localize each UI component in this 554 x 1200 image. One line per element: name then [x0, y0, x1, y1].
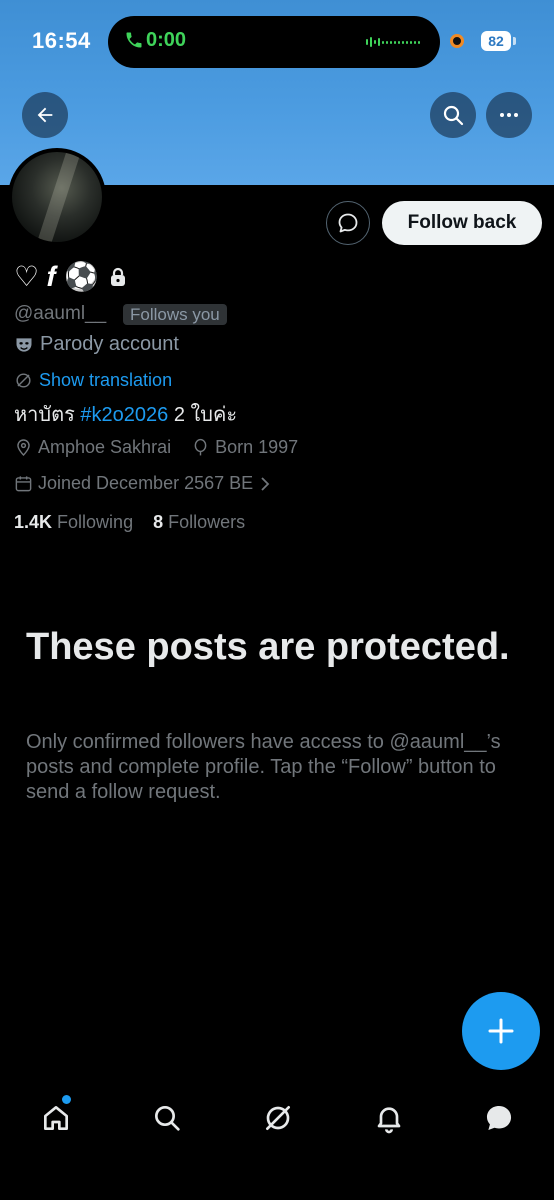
- balloon-icon: [194, 438, 207, 456]
- following-link[interactable]: 1.4K Following: [14, 512, 133, 532]
- joined-text: Joined December 2567 BE: [38, 473, 254, 493]
- compose-button[interactable]: [462, 992, 540, 1070]
- protected-title: These posts are protected.: [26, 626, 510, 668]
- grok-icon: [266, 1106, 290, 1130]
- user-handle: @aauml__: [14, 303, 107, 324]
- location-pin-icon: [17, 439, 30, 457]
- bio-hashtag[interactable]: #k2o2026: [80, 404, 168, 426]
- show-translation-text[interactable]: Show translation: [39, 370, 172, 391]
- profile-meta-row: Amphoe Sakhrai Born 1997: [14, 437, 298, 458]
- call-timer: 0:00: [146, 29, 187, 51]
- audio-wave-icon: [366, 35, 422, 49]
- mask-icon: [16, 337, 32, 352]
- message-button[interactable]: [326, 201, 370, 245]
- search-icon: [443, 105, 464, 126]
- more-icon: [500, 113, 518, 117]
- protected-description: Only confirmed followers have access to …: [26, 731, 501, 803]
- display-name-text: ♡ 𝒇 ⚽: [14, 261, 100, 292]
- lock-icon: [111, 267, 126, 286]
- status-time: 16:54: [32, 28, 91, 53]
- tab-messages[interactable]: [477, 1090, 521, 1146]
- message-icon: [338, 213, 358, 233]
- battery-tip: [513, 37, 516, 45]
- tab-grok[interactable]: [256, 1090, 300, 1146]
- follow-back-button[interactable]: Follow back: [382, 201, 542, 245]
- battery-indicator: 82: [481, 31, 511, 51]
- search-button[interactable]: [430, 92, 476, 138]
- show-translation-link[interactable]: Show translation: [14, 370, 172, 391]
- recording-indicator-icon: [450, 34, 464, 48]
- followers-label: Followers: [168, 512, 246, 532]
- joined-row[interactable]: Joined December 2567 BE: [14, 473, 272, 494]
- bio-text: หาบัตร: [14, 404, 81, 426]
- avatar[interactable]: [8, 148, 106, 246]
- born-text: Born 1997: [215, 437, 299, 457]
- tab-notifications[interactable]: [367, 1090, 411, 1146]
- location-text: Amphoe Sakhrai: [38, 437, 172, 457]
- tab-home[interactable]: [34, 1090, 78, 1146]
- followers-count: 8: [153, 512, 164, 532]
- following-count: 1.4K: [14, 512, 53, 532]
- bio-text-end: 2 ใบค่ะ: [168, 404, 238, 426]
- phone-icon: [124, 30, 146, 52]
- follows-you-badge: Follows you: [123, 304, 227, 325]
- tab-search[interactable]: [145, 1090, 189, 1146]
- calendar-icon: [15, 476, 32, 492]
- arrow-left-icon: [37, 107, 53, 123]
- parody-text: Parody account: [40, 333, 179, 355]
- home-notification-dot: [62, 1095, 71, 1104]
- search-icon: [155, 1106, 180, 1131]
- messages-icon: [486, 1105, 512, 1131]
- follow-stats: 1.4K Following 8 Followers: [14, 512, 245, 533]
- bio: หาบัตร #k2o2026 2 ใบค่ะ: [14, 398, 237, 430]
- back-button[interactable]: [22, 92, 68, 138]
- display-name: ♡ 𝒇 ⚽: [14, 260, 127, 294]
- followers-link[interactable]: 8 Followers: [153, 512, 245, 532]
- parody-label: Parody account: [14, 333, 179, 356]
- home-icon: [44, 1106, 68, 1130]
- chevron-right-icon: [261, 476, 270, 491]
- more-button[interactable]: [486, 92, 532, 138]
- bottom-tab-bar: [0, 1090, 554, 1150]
- dynamic-island[interactable]: 0:00: [108, 16, 440, 68]
- translate-icon: [16, 373, 31, 388]
- following-label: Following: [57, 512, 134, 532]
- bell-icon: [377, 1107, 401, 1134]
- plus-icon: [488, 1018, 514, 1044]
